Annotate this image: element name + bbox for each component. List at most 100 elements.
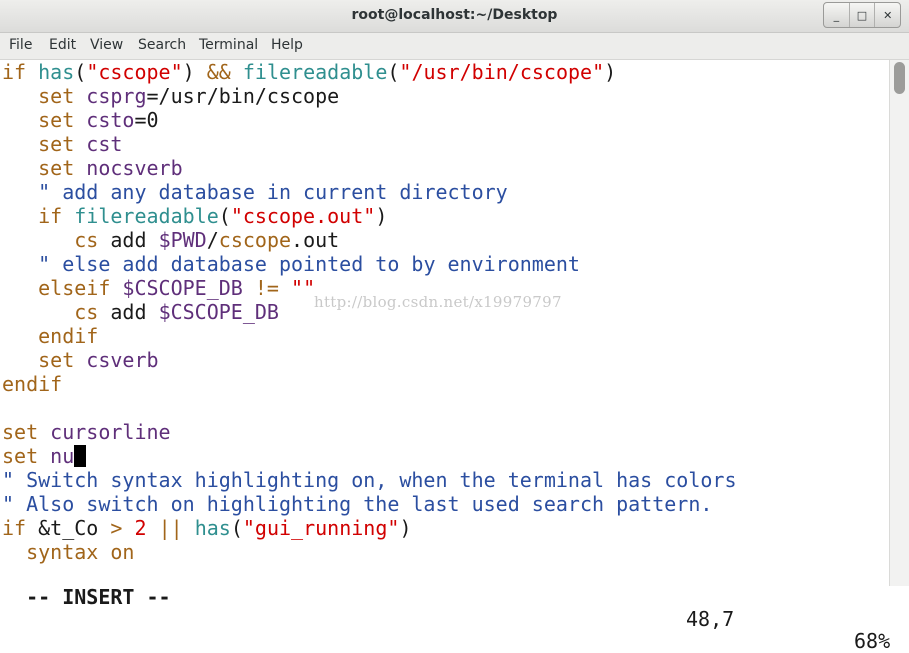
window-title: root@localhost:~/Desktop xyxy=(351,7,558,23)
code-line: set nu xyxy=(2,444,888,468)
code-token: ) xyxy=(604,60,617,84)
terminal-scrollbar[interactable] xyxy=(889,60,909,586)
code-token: ( xyxy=(230,516,243,540)
scrollbar-thumb[interactable] xyxy=(894,62,905,94)
vim-status-line: -- INSERT -- 48,7 68% xyxy=(2,564,902,652)
code-token: " Also switch on highlighting the last u… xyxy=(2,492,713,516)
window-controls: _ □ ✕ xyxy=(823,2,901,28)
cursor-position: 48,7 xyxy=(686,607,735,631)
code-token: syntax xyxy=(26,540,99,564)
code-line: set cst xyxy=(2,132,888,156)
code-token: add xyxy=(98,228,159,252)
code-token: . xyxy=(291,228,304,252)
code-token: filereadable xyxy=(242,60,388,84)
code-token: ) xyxy=(399,516,412,540)
menu-file[interactable]: File xyxy=(9,37,32,53)
code-line: set csprg=/usr/bin/cscope xyxy=(2,84,888,108)
code-token: csverb xyxy=(86,348,159,372)
code-token: has xyxy=(38,60,75,84)
code-line: syntax on xyxy=(2,540,888,564)
code-token: set xyxy=(38,108,75,132)
code-token: out xyxy=(303,228,340,252)
vim-text-area[interactable]: if has("cscope") && filereadable("/usr/b… xyxy=(2,60,888,586)
menu-terminal[interactable]: Terminal xyxy=(199,37,258,53)
code-token: on xyxy=(110,540,135,564)
code-token: nocsverb xyxy=(86,156,183,180)
code-line: " add any database in current directory xyxy=(2,180,888,204)
code-token: cursorline xyxy=(50,420,171,444)
code-line: set csverb xyxy=(2,348,888,372)
code-token: " else add database pointed to by enviro… xyxy=(38,252,580,276)
code-token: set xyxy=(38,132,75,156)
code-token: $CSCOPE_DB xyxy=(158,300,279,324)
minimize-button[interactable]: _ xyxy=(824,3,849,27)
code-line: endif xyxy=(2,324,888,348)
code-line: cs add $PWD/cscope.out xyxy=(2,228,888,252)
code-token: ) xyxy=(375,204,388,228)
code-token: &t_Co xyxy=(26,516,111,540)
code-token: elseif xyxy=(38,276,111,300)
code-token: cs xyxy=(74,300,99,324)
code-token: =/usr/bin/cscope xyxy=(146,84,340,108)
code-token: "gui_running" xyxy=(242,516,400,540)
code-token: ) xyxy=(182,60,207,84)
menu-edit[interactable]: Edit xyxy=(49,37,76,53)
code-token: ( xyxy=(218,204,231,228)
code-line: if &t_Co > 2 || has("gui_running") xyxy=(2,516,888,540)
code-token: nu xyxy=(50,444,75,468)
text-cursor xyxy=(74,445,87,467)
code-token: csprg xyxy=(86,84,147,108)
code-token: add xyxy=(98,300,159,324)
code-token: "" xyxy=(291,276,316,300)
code-token: set xyxy=(2,420,39,444)
code-token: if xyxy=(38,204,63,228)
code-token: set xyxy=(38,348,75,372)
code-token: filereadable xyxy=(74,204,219,228)
title-bar: root@localhost:~/Desktop _ □ ✕ xyxy=(0,0,909,33)
code-token: != xyxy=(254,276,279,300)
code-token: " add any database in current directory xyxy=(38,180,508,204)
menu-bar: File Edit View Search Terminal Help xyxy=(0,33,909,60)
code-line: set csto=0 xyxy=(2,108,888,132)
close-button[interactable]: ✕ xyxy=(874,3,900,27)
code-line: " Also switch on highlighting the last u… xyxy=(2,492,888,516)
code-token: ( xyxy=(74,60,87,84)
code-token: > xyxy=(110,516,123,540)
code-token: cs xyxy=(74,228,99,252)
maximize-button[interactable]: □ xyxy=(848,3,875,27)
code-token: "cscope" xyxy=(86,60,183,84)
code-line: endif xyxy=(2,372,888,396)
code-line: set cursorline xyxy=(2,420,888,444)
watermark: http://blog.csdn.net/x19979797 xyxy=(314,293,562,311)
menu-help[interactable]: Help xyxy=(271,37,303,53)
code-token: has xyxy=(194,516,231,540)
code-token: set xyxy=(38,84,75,108)
scroll-percent: 68% xyxy=(854,629,891,653)
code-token: || xyxy=(158,516,183,540)
menu-search[interactable]: Search xyxy=(138,37,186,53)
code-token: "cscope.out" xyxy=(230,204,376,228)
code-line: if filereadable("cscope.out") xyxy=(2,204,888,228)
menu-view[interactable]: View xyxy=(90,37,123,53)
code-token: set xyxy=(38,156,75,180)
